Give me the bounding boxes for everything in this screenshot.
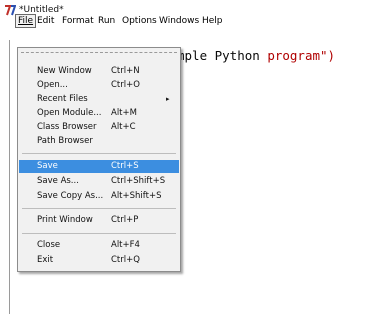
menu-separator [22, 208, 176, 209]
close-shortcut: Alt+F4 [111, 240, 140, 250]
save-as-label: Save As... [37, 176, 79, 186]
menu-item-recent-files[interactable]: Recent Files ▸ [19, 93, 179, 106]
save-as-shortcut: Ctrl+Shift+S [111, 176, 166, 186]
new-window-shortcut: Ctrl+N [111, 66, 140, 76]
menu-separator [22, 153, 176, 154]
class-browser-label: Class Browser [37, 122, 97, 132]
menu-run[interactable]: Run [96, 14, 117, 28]
code-text: mple Python [177, 48, 268, 63]
menu-item-close[interactable]: Close Alt+F4 [19, 239, 179, 252]
menu-item-class-browser[interactable]: Class Browser Alt+C [19, 121, 179, 134]
menu-windows-label: Windows [159, 16, 200, 26]
menu-help[interactable]: Help [200, 14, 225, 28]
save-copy-as-shortcut: Alt+Shift+S [111, 191, 162, 201]
save-shortcut: Ctrl+S [111, 161, 139, 171]
menu-options-label: Options [122, 16, 157, 26]
print-window-shortcut: Ctrl+P [111, 215, 139, 225]
menu-item-exit[interactable]: Exit Ctrl+Q [19, 254, 179, 267]
menu-bar: File Edit Format Run Options Windows Hel… [0, 14, 377, 39]
menu-edit-label: Edit [37, 16, 55, 26]
menu-item-save-copy-as[interactable]: Save Copy As... Alt+Shift+S [19, 190, 179, 203]
menu-item-open[interactable]: Open... Ctrl+O [19, 79, 179, 92]
menu-item-new-window[interactable]: New Window Ctrl+N [19, 65, 179, 78]
open-shortcut: Ctrl+O [111, 80, 140, 90]
menu-item-open-module[interactable]: Open Module... Alt+M [19, 107, 179, 120]
path-browser-label: Path Browser [37, 136, 93, 146]
print-window-label: Print Window [37, 215, 93, 225]
tear-off-line[interactable] [21, 52, 177, 53]
menu-separator [22, 233, 176, 234]
menu-help-label: Help [202, 16, 223, 26]
idle-editor-window: *Untitled* File Edit Format Run Options … [0, 0, 377, 314]
menu-edit[interactable]: Edit [35, 14, 56, 28]
save-copy-as-label: Save Copy As... [37, 191, 104, 201]
open-module-shortcut: Alt+M [111, 108, 137, 118]
menu-windows[interactable]: Windows [157, 14, 201, 28]
menu-format-label: Format [62, 16, 94, 26]
editor-code-line[interactable]: mple Python program") [177, 48, 335, 63]
menu-item-print-window[interactable]: Print Window Ctrl+P [19, 214, 179, 227]
menu-options[interactable]: Options [120, 14, 159, 28]
open-module-label: Open Module... [37, 108, 102, 118]
code-string: program") [267, 48, 336, 63]
file-menu-dropdown: New Window Ctrl+N Open... Ctrl+O Recent … [17, 47, 181, 272]
menu-item-save-as[interactable]: Save As... Ctrl+Shift+S [19, 175, 179, 188]
menu-file-label: File [18, 16, 34, 26]
close-label: Close [37, 240, 61, 250]
menu-run-label: Run [98, 16, 116, 26]
open-label: Open... [37, 80, 68, 90]
save-label: Save [37, 161, 58, 171]
submenu-arrow-icon: ▸ [166, 95, 170, 103]
menu-item-path-browser[interactable]: Path Browser [19, 135, 179, 148]
editor-left-border [9, 40, 10, 314]
menu-format[interactable]: Format [60, 14, 96, 28]
new-window-label: New Window [37, 66, 92, 76]
exit-shortcut: Ctrl+Q [111, 255, 140, 265]
class-browser-shortcut: Alt+C [111, 122, 136, 132]
menu-item-save[interactable]: Save Ctrl+S [19, 160, 179, 173]
menu-file[interactable]: File [15, 14, 37, 28]
exit-label: Exit [37, 255, 54, 265]
recent-files-label: Recent Files [37, 94, 88, 104]
